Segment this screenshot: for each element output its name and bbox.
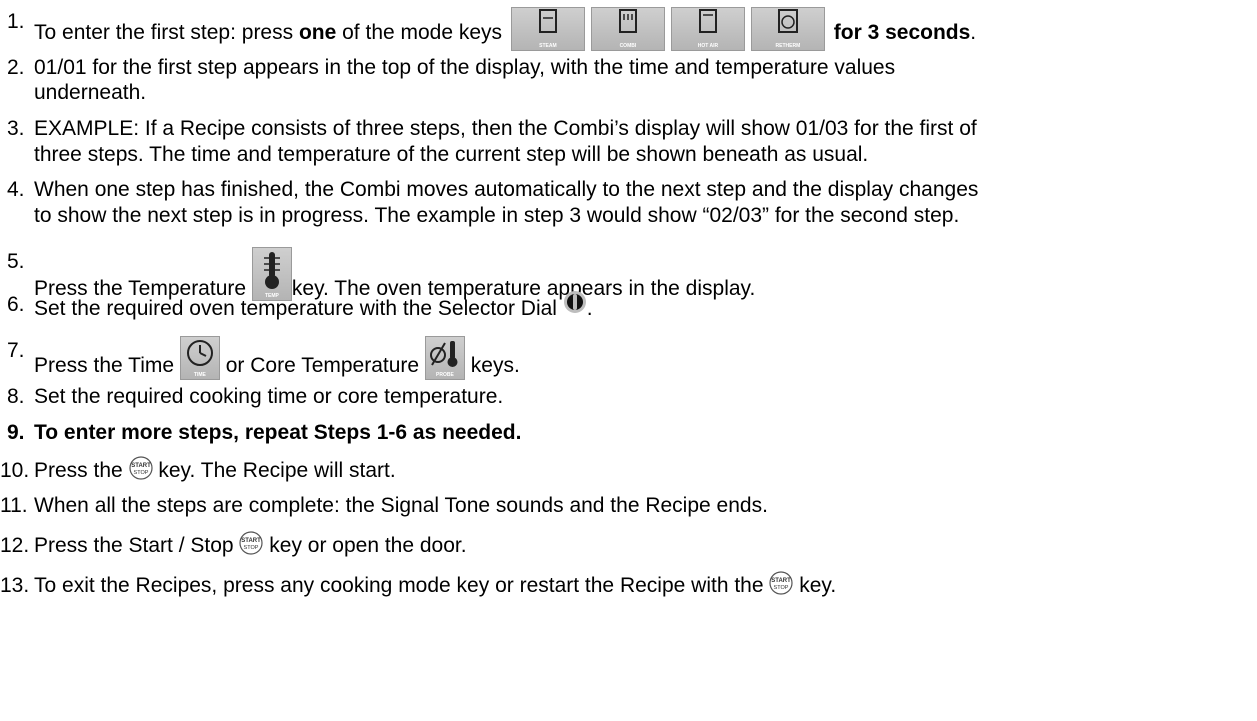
stop-label: STOP — [774, 585, 789, 591]
step-text: Press the Time — [34, 354, 180, 377]
retherm-key-icon: RETHERM — [750, 7, 825, 51]
key-caption: STEAM — [539, 43, 557, 49]
step-text: three steps. The time and temperature of… — [34, 143, 869, 166]
step-number: 5. — [7, 250, 25, 273]
step-number: 10. — [0, 459, 30, 482]
hot-air-key-icon: HOT AIR — [670, 7, 745, 51]
stop-label: STOP — [133, 470, 148, 476]
combi-key-icon: COMBI — [590, 7, 665, 51]
step-number: 6. — [7, 293, 25, 316]
step-number: 4. — [7, 178, 25, 201]
key-caption: PROBE — [436, 372, 454, 378]
step-text-emphasis: one — [298, 21, 337, 44]
start-label: START — [131, 463, 151, 469]
start-label: START — [242, 538, 262, 544]
step-number: 8. — [7, 385, 25, 408]
step-number: 11. — [0, 494, 28, 517]
start-stop-key-icon: START STOP — [769, 571, 793, 595]
step-number: 2. — [7, 56, 25, 79]
step-text: key or open the door. — [263, 534, 467, 557]
start-stop-key-icon: START STOP — [128, 456, 153, 480]
step-number: 7. — [7, 339, 25, 362]
step-number: 3. — [7, 117, 25, 140]
step-text: key. — [793, 574, 837, 597]
step-text: Press the Start / Stop — [34, 534, 240, 557]
step-text: To enter the first step: press — [34, 21, 299, 44]
step-text: Press the — [34, 459, 129, 482]
start-stop-key-icon: START STOP — [239, 531, 264, 555]
step-text: or Core Temperature — [219, 354, 425, 377]
steam-key-icon: STEAM — [510, 7, 585, 51]
step-text: Set the required oven temperature with t… — [34, 297, 563, 320]
key-caption: TIME — [193, 372, 206, 378]
step-text: Set the required cooking time or core te… — [34, 385, 504, 408]
key-caption: HOT AIR — [697, 43, 719, 49]
step-text: keys. — [464, 354, 520, 377]
step-number: 13. — [0, 574, 30, 597]
step-text: 01/01 for the first step appears in the … — [34, 56, 896, 79]
step-text: underneath. — [34, 81, 147, 104]
time-key-icon: TIME — [179, 336, 220, 380]
selector-dial-icon — [563, 290, 587, 314]
step-text: . — [970, 21, 977, 44]
key-caption: RETHERM — [775, 43, 801, 49]
start-label: START — [772, 578, 792, 584]
step-text: To exit the Recipes, press any cooking m… — [34, 574, 770, 597]
step-text-emphasis: for 3 seconds — [833, 21, 971, 44]
step-text: to show the next step is in progress. Th… — [34, 204, 960, 227]
step-number: 12. — [0, 534, 30, 557]
stop-label: STOP — [244, 545, 259, 551]
step-text: of the mode keys — [336, 21, 503, 44]
step-number: 1. — [7, 10, 25, 33]
step-text: key. The Recipe will start. — [152, 459, 396, 482]
key-caption: COMBI — [619, 43, 637, 49]
step-text: To enter more steps, repeat Steps 1-6 as… — [34, 421, 522, 444]
step-text: . — [586, 297, 593, 320]
step-number: 9. — [7, 421, 25, 444]
core-temperature-key-icon: PROBE — [424, 336, 465, 380]
step-text: When all the steps are complete: the Sig… — [34, 494, 768, 517]
